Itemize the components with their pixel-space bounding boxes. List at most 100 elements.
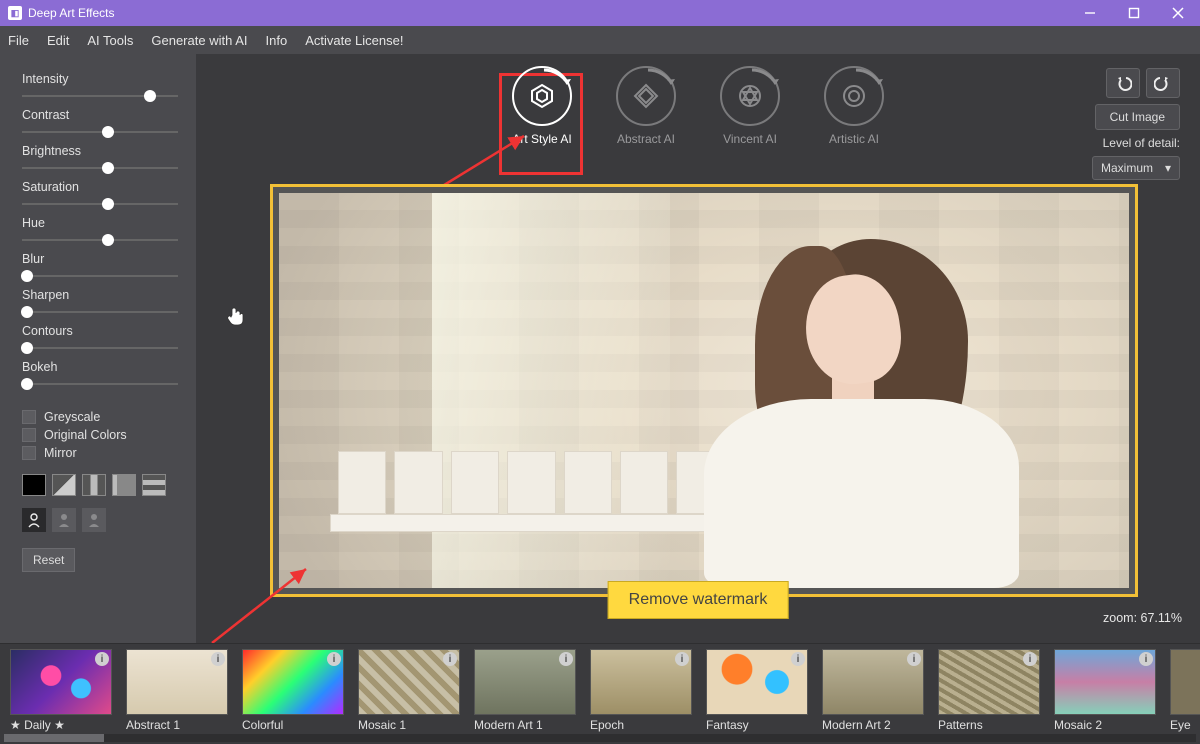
remove-watermark-button[interactable]: Remove watermark xyxy=(608,581,789,619)
info-icon[interactable]: i xyxy=(791,652,805,666)
menu-activate[interactable]: Activate License! xyxy=(305,33,403,48)
swatch-grid[interactable] xyxy=(142,474,166,496)
swatch-columns[interactable] xyxy=(82,474,106,496)
swatch-black[interactable] xyxy=(22,474,46,496)
slider-label: Intensity xyxy=(22,72,178,86)
chevron-down-icon: ▾ xyxy=(1165,161,1171,175)
style-thumb-label: Colorful xyxy=(242,718,344,732)
slider-contrast[interactable] xyxy=(22,124,178,140)
strip-scroll-thumb[interactable] xyxy=(4,734,104,742)
style-thumb[interactable]: i Fantasy xyxy=(706,649,808,732)
app-logo-icon: ◧ xyxy=(8,6,22,20)
slider-label: Bokeh xyxy=(22,360,178,374)
app-title: Deep Art Effects xyxy=(28,6,115,20)
menu-bar: File Edit AI Tools Generate with AI Info… xyxy=(0,26,1200,54)
ai-mode-icon xyxy=(512,66,572,126)
slider-bokeh[interactable] xyxy=(22,376,178,392)
ai-mode-label: Abstract AI xyxy=(604,132,688,146)
lod-value: Maximum xyxy=(1101,161,1153,175)
info-icon[interactable]: i xyxy=(559,652,573,666)
info-icon[interactable]: i xyxy=(327,652,341,666)
ai-mode-abstract-ai[interactable]: Abstract AI xyxy=(604,66,688,176)
canvas-image xyxy=(279,193,1129,588)
info-icon[interactable]: i xyxy=(907,652,921,666)
ai-mode-vincent-ai[interactable]: Vincent AI xyxy=(708,66,792,176)
ai-mode-artistic-ai[interactable]: Artistic AI xyxy=(812,66,896,176)
style-thumb[interactable]: iMosaic 1 xyxy=(358,649,460,732)
menu-generate[interactable]: Generate with AI xyxy=(151,33,247,48)
sidebar: IntensityContrastBrightnessSaturationHue… xyxy=(0,54,196,643)
mask-mode-row xyxy=(22,508,178,532)
title-bar: ◧ Deep Art Effects xyxy=(0,0,1200,26)
right-controls: Cut Image Level of detail: Maximum ▾ xyxy=(1092,68,1180,180)
checkbox-box-icon xyxy=(22,428,36,442)
style-thumb[interactable]: iEye xyxy=(1170,649,1200,732)
info-icon[interactable]: i xyxy=(1139,652,1153,666)
slider-label: Brightness xyxy=(22,144,178,158)
zoom-readout: zoom: 67.11% xyxy=(1103,611,1182,625)
style-thumb[interactable]: i Patterns xyxy=(938,649,1040,732)
window-close-button[interactable] xyxy=(1156,0,1200,26)
style-thumb-label: Modern Art 1 xyxy=(474,718,576,732)
style-thumb[interactable]: i Modern Art 2 xyxy=(822,649,924,732)
style-thumb-label: Abstract 1 xyxy=(126,718,228,732)
slider-hue[interactable] xyxy=(22,232,178,248)
cut-image-button[interactable]: Cut Image xyxy=(1095,104,1180,130)
window-minimize-button[interactable] xyxy=(1068,0,1112,26)
lod-select[interactable]: Maximum ▾ xyxy=(1092,156,1180,180)
slider-blur[interactable] xyxy=(22,268,178,284)
info-icon[interactable]: i xyxy=(675,652,689,666)
checkbox-label: Mirror xyxy=(44,446,77,460)
checkbox-greyscale[interactable]: Greyscale xyxy=(22,410,178,424)
info-icon[interactable]: i xyxy=(211,652,225,666)
reset-button[interactable]: Reset xyxy=(22,548,75,572)
ai-mode-row: Art Style AIAbstract AIVincent AIArtisti… xyxy=(196,66,1200,176)
style-thumb-label: Fantasy xyxy=(706,718,808,732)
menu-ai-tools[interactable]: AI Tools xyxy=(87,33,133,48)
annotation-arrow-2-icon xyxy=(206,559,316,649)
swatch-vert[interactable] xyxy=(112,474,136,496)
slider-intensity[interactable] xyxy=(22,88,178,104)
slider-label: Contours xyxy=(22,324,178,338)
preset-swatches xyxy=(22,474,178,496)
lod-label: Level of detail: xyxy=(1103,136,1180,150)
checkbox-box-icon xyxy=(22,410,36,424)
mask-person-bg-button[interactable] xyxy=(82,508,106,532)
style-thumb[interactable]: i★ Daily ★ xyxy=(10,649,112,732)
style-thumb-label: Epoch xyxy=(590,718,692,732)
menu-file[interactable]: File xyxy=(8,33,29,48)
swatch-split[interactable] xyxy=(52,474,76,496)
canvas-frame[interactable] xyxy=(270,184,1138,597)
redo-button[interactable] xyxy=(1146,68,1180,98)
style-thumb-label: Modern Art 2 xyxy=(822,718,924,732)
slider-label: Saturation xyxy=(22,180,178,194)
style-thumb-label: Patterns xyxy=(938,718,1040,732)
checkbox-original-colors[interactable]: Original Colors xyxy=(22,428,178,442)
slider-label: Blur xyxy=(22,252,178,266)
info-icon[interactable]: i xyxy=(1023,652,1037,666)
slider-saturation[interactable] xyxy=(22,196,178,212)
slider-contours[interactable] xyxy=(22,340,178,356)
style-thumb[interactable]: i Colorful xyxy=(242,649,344,732)
style-thumb[interactable]: i Abstract 1 xyxy=(126,649,228,732)
ai-mode-icon xyxy=(616,66,676,126)
ai-mode-label: Artistic AI xyxy=(812,132,896,146)
menu-info[interactable]: Info xyxy=(266,33,288,48)
slider-brightness[interactable] xyxy=(22,160,178,176)
workspace: Art Style AIAbstract AIVincent AIArtisti… xyxy=(196,54,1200,643)
style-thumb[interactable]: iMosaic 2 xyxy=(1054,649,1156,732)
undo-button[interactable] xyxy=(1106,68,1140,98)
mask-person-half-button[interactable] xyxy=(52,508,76,532)
info-icon[interactable]: i xyxy=(443,652,457,666)
info-icon[interactable]: i xyxy=(95,652,109,666)
slider-label: Hue xyxy=(22,216,178,230)
menu-edit[interactable]: Edit xyxy=(47,33,69,48)
checkbox-mirror[interactable]: Mirror xyxy=(22,446,178,460)
mask-person-full-button[interactable] xyxy=(22,508,46,532)
style-thumb[interactable]: i Epoch xyxy=(590,649,692,732)
window-maximize-button[interactable] xyxy=(1112,0,1156,26)
style-thumb[interactable]: i Modern Art 1 xyxy=(474,649,576,732)
ai-mode-icon xyxy=(824,66,884,126)
slider-sharpen[interactable] xyxy=(22,304,178,320)
strip-scrollbar[interactable] xyxy=(4,734,1196,742)
